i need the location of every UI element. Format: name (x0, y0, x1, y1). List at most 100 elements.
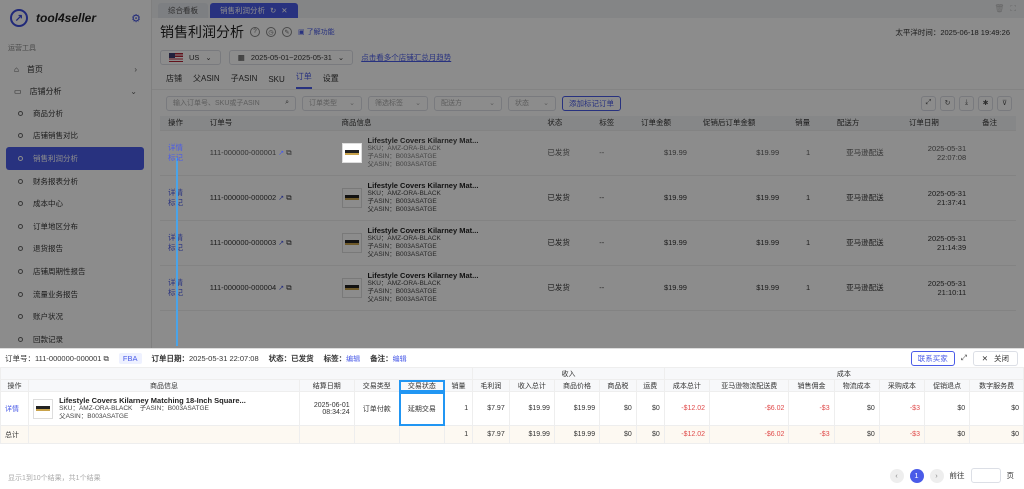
expand-icon[interactable]: ⤢ (961, 353, 967, 363)
home-icon: ⌂ (14, 64, 19, 74)
detail-col-header: 结算日期 (298, 379, 355, 392)
menu-shop[interactable]: ▭ 店铺分析 ⌄ (0, 80, 151, 102)
product-asin: 子ASIN：B003ASATGE (139, 405, 209, 412)
order-number: 订单号：111-000000-000001 ⧉ (5, 353, 109, 364)
settings-icon[interactable]: ✱ (978, 95, 993, 111)
sidebar-item[interactable]: 财务报表分析 (0, 170, 143, 193)
menu-home[interactable]: ⌂ 首页 › (0, 58, 151, 80)
calendar-icon: ▦ (237, 52, 245, 62)
sidebar-item[interactable]: 商品分析 (0, 102, 143, 125)
detail-col-header: 商品税 (599, 379, 637, 392)
tab-sku[interactable]: SKU (268, 75, 284, 89)
filter-icon[interactable]: ⊽ (997, 95, 1012, 111)
copy-icon[interactable]: ⧉ (286, 148, 291, 157)
tab-bar: 综合看板 销售利润分析 ↻ ✕ 🗑 ⛶ (152, 0, 1024, 18)
col-header: 促销后订单金额 (694, 116, 788, 131)
row-actions: 详情标记 (160, 130, 202, 176)
detail-col-header: 交易类型 (353, 379, 400, 392)
fba-badge: FBA (118, 352, 142, 364)
sidebar-item-label: 店铺销售对比 (33, 131, 78, 141)
search-input[interactable]: 输入订单号、SKU或子ASIN ⌕ (166, 95, 296, 111)
total-income: $19.99 (508, 425, 555, 444)
sidebar-item-active[interactable]: 销售利润分析 (6, 147, 144, 170)
detail-table: 收入 成本 操作 商品信息 结算日期 交易类型 交易状态 销量 毛利润 收入总计 商品价格 商品税… (0, 367, 1024, 444)
prev-page-icon[interactable]: ‹ (889, 468, 904, 483)
detail-link[interactable]: 详情 (168, 143, 183, 152)
help-icon[interactable]: ? (250, 27, 260, 37)
result-summary: 显示1到10个结果，共1个结果 (8, 475, 101, 482)
gear-icon[interactable]: ⚙ (131, 12, 141, 25)
close-panel-button[interactable]: ✕ 关闭 (972, 350, 1018, 366)
refresh-icon[interactable]: ↻ (270, 6, 276, 15)
mark-link[interactable]: 标记 (168, 153, 183, 162)
product-parent-asin: 父ASIN：B003ASATGE (59, 413, 129, 420)
refresh-icon[interactable]: ↻ (940, 95, 955, 111)
product-name: Lifestyle Covers Kilarney Mat... (367, 136, 479, 145)
trade-status: 延期交易 (398, 391, 446, 426)
tab-settings[interactable]: 设置 (323, 73, 339, 89)
close-panel-label: 关闭 (994, 353, 1009, 363)
detail-col-header: 成本总计 (663, 379, 711, 392)
total-gross-profit: $7.97 (472, 425, 510, 444)
settle-date-day: 2025-06-01 (313, 401, 350, 409)
tab-profit[interactable]: 销售利润分析 ↻ ✕ (210, 3, 298, 18)
page-input[interactable] (970, 468, 1001, 483)
group-cost: 成本 (663, 367, 1024, 380)
page-header: 销售利润分析 ? ◷ ✎ ▣ 了解功能 太平洋时间：2025-06-18 19:4… (152, 18, 1024, 46)
tab-label: 销售利润分析 (220, 6, 265, 15)
expand-icon[interactable]: ⛶ (1010, 4, 1016, 14)
page-number[interactable]: 1 (909, 468, 924, 483)
marketplace-select[interactable]: US ⌄ (160, 49, 221, 65)
tab-orders[interactable]: 订单 (295, 71, 312, 89)
edit-note-link[interactable]: 编辑 (393, 356, 407, 363)
search-icon: ⌕ (285, 99, 289, 106)
ship-select[interactable]: 配送方 ⌄ (434, 95, 502, 111)
fullscreen-icon[interactable]: ⤢ (921, 95, 936, 111)
col-header: 商品信息 (333, 116, 540, 131)
total-tax: $0 (599, 425, 637, 444)
sidebar-item[interactable]: 店铺销售对比 (0, 125, 143, 148)
tab-shop[interactable]: 店铺 (166, 73, 182, 89)
external-link-icon[interactable]: ↗ (278, 150, 284, 157)
chevron-down-icon: ⌄ (489, 100, 495, 107)
tab-parent-asin[interactable]: 父ASIN (193, 73, 220, 89)
detail-col-header: 操作 (0, 379, 30, 392)
edit-tag-link[interactable]: 编辑 (346, 356, 360, 363)
download-icon[interactable]: ⤓ (959, 95, 974, 111)
tab-dashboard[interactable]: 综合看板 (158, 3, 208, 18)
order-id-text: 111-000000-000001 (209, 147, 277, 157)
col-header: 操作 (160, 116, 202, 131)
order-type-select[interactable]: 订单类型 ⌄ (302, 95, 362, 111)
copy-icon[interactable]: ⧉ (104, 354, 109, 363)
tab-child-asin[interactable]: 子ASIN (231, 73, 258, 89)
tag-select[interactable]: 筛选标签 ⌄ (368, 95, 428, 111)
close-icon[interactable]: ✕ (281, 6, 287, 15)
chevron-down-icon: ⌄ (415, 100, 421, 107)
col-header: 订单号 (201, 116, 334, 131)
empty-cell (398, 425, 446, 444)
detail-link[interactable]: 详情 (0, 391, 30, 426)
trend-link[interactable]: 点击看多个店铺汇总月趋势 (361, 52, 451, 63)
contact-buyer-button[interactable]: 联系买家 (910, 350, 955, 366)
learn-link[interactable]: ▣ 了解功能 (298, 27, 335, 37)
order-number-text: 订单号：111-000000-000001 (5, 353, 102, 363)
promo-rebate: $0 (923, 391, 971, 426)
product-sku: SKU：AMZ-ORA-BLACK (367, 145, 441, 152)
edit-icon[interactable]: ✎ (282, 27, 292, 37)
shop-icon: ▭ (14, 86, 22, 96)
total-commission: -$3 (788, 425, 835, 444)
tag-label: 筛选标签 (375, 100, 403, 107)
chevron-down-icon: ⌄ (205, 52, 212, 62)
add-mark-button[interactable]: 添加标记订单 (562, 95, 621, 111)
trash-icon[interactable]: 🗑 (994, 4, 1004, 14)
date-range-picker[interactable]: ▦ 2025-05-01~2025-05-31 ⌄ (228, 49, 354, 65)
status-select[interactable]: 状态 ⌄ (508, 95, 556, 111)
timezone: 太平洋时间：2025-06-18 19:49:26 (895, 27, 1010, 37)
history-icon[interactable]: ◷ (266, 27, 276, 37)
page-unit: 页 (1006, 471, 1015, 480)
product-name: Lifestyle Covers Kilarney Matching 18-In… (59, 396, 246, 405)
total-shipping: $0 (635, 425, 665, 444)
chevron-down-icon: ⌄ (337, 52, 345, 62)
next-page-icon[interactable]: › (929, 468, 944, 483)
total-purchase: -$3 (878, 425, 925, 444)
